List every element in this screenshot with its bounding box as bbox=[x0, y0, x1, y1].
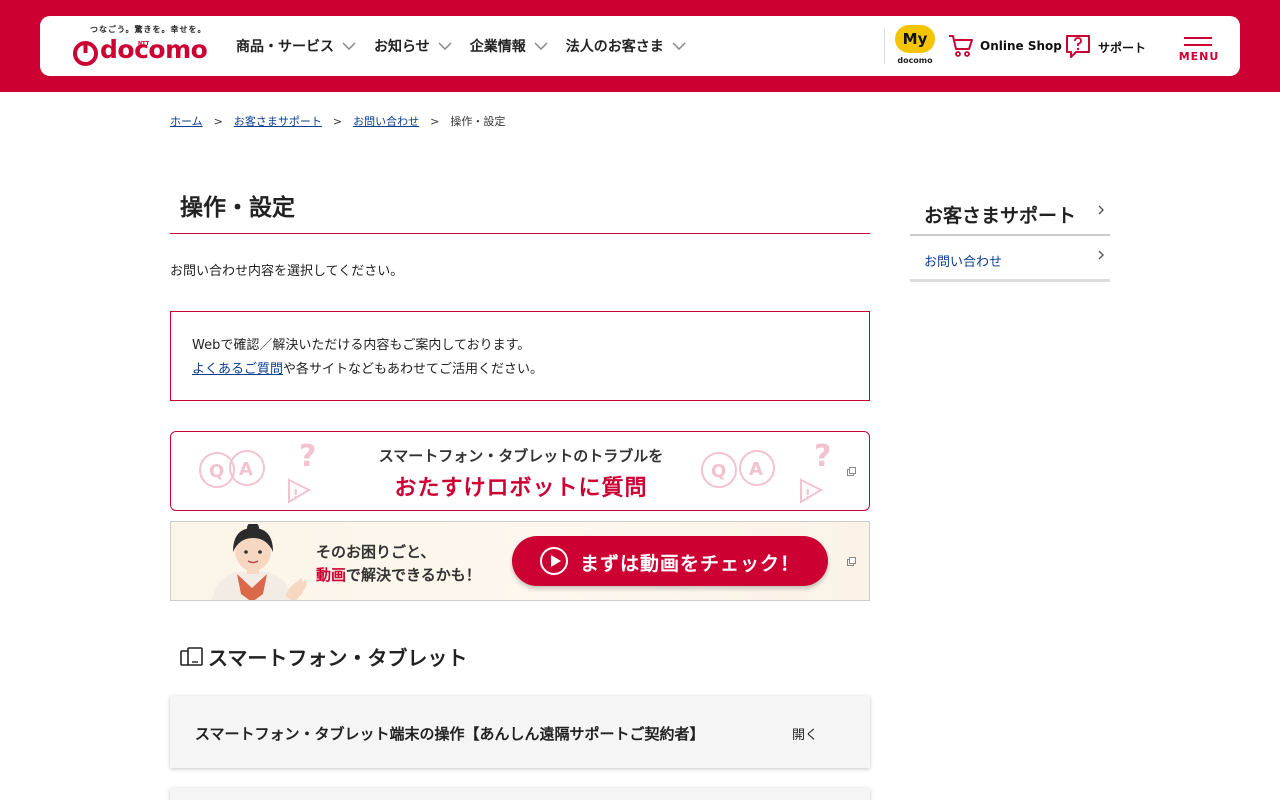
breadcrumb-current: 操作・設定 bbox=[450, 115, 506, 128]
info-line-2: よくあるご質問や各サイトなどもあわせてご活用ください。 bbox=[192, 358, 848, 382]
help-bubble-icon bbox=[1066, 35, 1090, 58]
section-heading-label: スマートフォン・タブレット bbox=[208, 646, 468, 670]
external-link-icon bbox=[847, 467, 856, 476]
gnav-news[interactable]: お知らせ bbox=[374, 36, 452, 56]
video-banner-highlight: 動画 bbox=[316, 566, 347, 584]
chevron-down-icon bbox=[438, 42, 452, 50]
global-nav: 商品・サービス お知らせ 企業情報 法人のお客さま bbox=[236, 16, 704, 76]
breadcrumb-home[interactable]: ホーム bbox=[170, 113, 203, 129]
logo-wordmark: docomo bbox=[100, 35, 208, 64]
section-heading-smartphone: スマートフォン・タブレット bbox=[180, 642, 467, 671]
support-label: サポート bbox=[1098, 40, 1147, 55]
my-docomo-badge: My bbox=[895, 25, 935, 53]
accordion-title: スマートフォン・タブレット端末の操作【あんしん遠隔サポートご契約者】 bbox=[195, 725, 705, 743]
menu-button[interactable]: MENU bbox=[1177, 34, 1221, 64]
menu-label: MENU bbox=[1178, 50, 1220, 63]
gnav-business[interactable]: 法人のお客さま bbox=[566, 36, 686, 56]
gnav-label: 商品・サービス bbox=[236, 39, 334, 55]
gnav-label: 法人のお客さま bbox=[565, 39, 664, 55]
breadcrumb: ホーム > お客さまサポート > お問い合わせ > 操作・設定 bbox=[170, 113, 505, 129]
breadcrumb-separator: > bbox=[213, 114, 223, 128]
page-title: 操作・設定 bbox=[170, 186, 870, 234]
docomo-logo[interactable]: つなごう。驚きを。幸せを。 NTT docomo bbox=[72, 24, 208, 68]
side-nav-title: お客さまサポート bbox=[924, 205, 1077, 227]
my-docomo-link[interactable]: My docomo bbox=[893, 25, 939, 67]
accordion-next[interactable] bbox=[170, 788, 870, 800]
side-nav-item-contact[interactable]: お問い合わせ bbox=[910, 236, 1110, 282]
video-help-banner[interactable]: そのお困りごと、 動画で解決できるかも！ まずは動画をチェック！ bbox=[170, 521, 870, 601]
video-banner-line-2: 動画で解決できるかも！ bbox=[316, 564, 481, 585]
online-shop-link[interactable]: Online Shop bbox=[948, 34, 1062, 58]
breadcrumb-separator: > bbox=[430, 114, 440, 128]
breadcrumb-contact[interactable]: お問い合わせ bbox=[353, 113, 419, 129]
external-link-icon bbox=[847, 557, 856, 566]
gnav-label: お知らせ bbox=[374, 39, 430, 55]
global-header: つなごう。驚きを。幸せを。 NTT docomo 商品・サービス お知らせ 企業… bbox=[40, 16, 1240, 76]
info-line-2-rest: や各サイトなどもあわせてご活用ください。 bbox=[283, 362, 544, 377]
gnav-corporate-info[interactable]: 企業情報 bbox=[470, 36, 548, 56]
gnav-products[interactable]: 商品・サービス bbox=[236, 36, 356, 56]
faq-link[interactable]: よくあるご質問 bbox=[192, 362, 283, 377]
video-banner-line-1: そのお困りごと、 bbox=[316, 543, 436, 561]
accordion-toggle[interactable]: 開く bbox=[792, 724, 818, 743]
info-line-1: Webで確認／解決いただける内容もご案内しております。 bbox=[192, 338, 531, 353]
robot-banner-line-2: おたすけロボットに質問 bbox=[394, 476, 648, 501]
side-nav-item-label: お問い合わせ bbox=[924, 255, 1003, 270]
menu-bar-icon bbox=[1184, 37, 1212, 39]
logo-tagline: つなごう。驚きを。幸せを。 bbox=[90, 25, 207, 34]
header-divider bbox=[884, 28, 885, 64]
info-box: Webで確認／解決いただける内容もご案内しております。 よくあるご質問や各サイト… bbox=[170, 311, 870, 401]
cart-icon bbox=[949, 35, 973, 57]
robot-banner-line-1: スマートフォン・タブレットのトラブルを bbox=[378, 447, 664, 465]
chevron-down-icon bbox=[342, 42, 356, 50]
video-banner-line-2-rest: で解決できるかも！ bbox=[346, 566, 481, 584]
docomo-mark-icon bbox=[73, 41, 98, 66]
smartphone-tablet-icon bbox=[180, 646, 203, 666]
lead-text: お問い合わせ内容を選択してください。 bbox=[170, 264, 404, 279]
video-check-label: まずは動画をチェック！ bbox=[580, 553, 801, 575]
chevron-down-icon bbox=[672, 42, 686, 50]
support-staff-illustration bbox=[212, 524, 307, 600]
play-icon bbox=[540, 547, 568, 575]
chevron-right-icon bbox=[1098, 205, 1104, 215]
breadcrumb-separator: > bbox=[332, 114, 343, 128]
gnav-label: 企業情報 bbox=[469, 39, 526, 55]
robot-qa-banner[interactable]: Q A ? ! Q A ? ! スマートフォン・タブレットのトラブルを おたすけ… bbox=[170, 431, 870, 511]
chevron-right-icon bbox=[1098, 250, 1104, 260]
breadcrumb-support[interactable]: お客さまサポート bbox=[234, 113, 322, 129]
accordion-remote-support[interactable]: スマートフォン・タブレット端末の操作【あんしん遠隔サポートご契約者】 開く bbox=[170, 696, 870, 768]
menu-bar-icon bbox=[1184, 44, 1212, 46]
support-link[interactable]: サポート bbox=[1064, 34, 1146, 60]
video-check-button[interactable]: まずは動画をチェック！ bbox=[512, 536, 828, 586]
side-nav: お客さまサポート お問い合わせ bbox=[910, 192, 1110, 282]
chevron-down-icon bbox=[534, 42, 548, 50]
my-docomo-sublabel: docomo bbox=[897, 56, 933, 65]
online-shop-label: Online Shop bbox=[980, 39, 1062, 53]
side-nav-title-link[interactable]: お客さまサポート bbox=[910, 192, 1110, 236]
